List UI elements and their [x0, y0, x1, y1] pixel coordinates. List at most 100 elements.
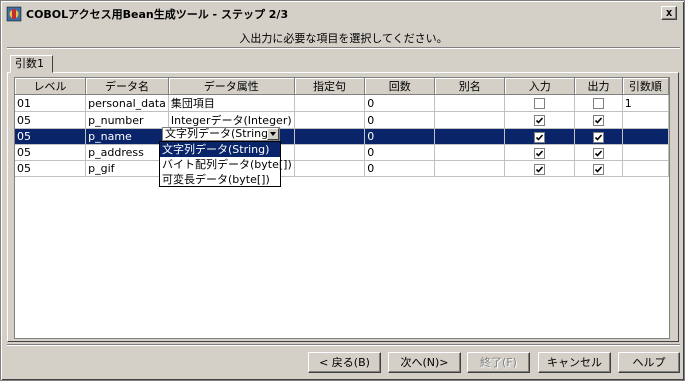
data-attribute-combo[interactable]: 文字列データ(String)	[162, 127, 280, 141]
column-header[interactable]: 回数	[364, 78, 436, 95]
column-header[interactable]: 出力	[574, 78, 623, 95]
column-header[interactable]: データ名	[85, 78, 169, 95]
cell-input	[504, 128, 576, 145]
cell-alias[interactable]	[434, 111, 506, 129]
table-row[interactable]: 05 p_number Integerデータ(Integer) 0	[15, 111, 669, 129]
cell-name[interactable]: p_name	[85, 128, 169, 145]
cell-input	[504, 160, 576, 177]
app-icon	[6, 6, 22, 21]
cell-name[interactable]: p_address	[85, 144, 169, 161]
output-checkbox[interactable]	[593, 98, 605, 109]
cell-clause[interactable]	[294, 94, 366, 112]
cell-level[interactable]: 05	[15, 144, 87, 161]
combo-value: 文字列データ(String)	[165, 127, 273, 140]
column-header[interactable]: 引数順	[622, 78, 669, 95]
dropdown-option[interactable]: バイト配列データ(byte[])	[160, 157, 292, 172]
checkmark-icon	[594, 133, 603, 141]
output-checkbox[interactable]	[593, 131, 605, 143]
dropdown-option[interactable]: 文字列データ(String)	[160, 142, 280, 157]
cell-order[interactable]	[622, 128, 669, 145]
cell-alias[interactable]	[434, 144, 506, 161]
back-button[interactable]: < 戻る(B)	[308, 352, 381, 373]
table-row[interactable]: 05 p_address 0	[15, 144, 669, 161]
input-checkbox[interactable]	[534, 147, 546, 159]
checkmark-icon	[594, 117, 603, 124]
cell-level[interactable]: 05	[15, 160, 87, 177]
input-checkbox[interactable]	[534, 131, 546, 143]
checkmark-icon	[536, 133, 544, 141]
bottom-divider	[7, 344, 680, 346]
window-title: COBOLアクセス用Bean生成ツール - ステップ 2/3	[26, 7, 289, 21]
table-header: レベル データ名 データ属性 指定句 回数 別名 入力 出力 引数順	[15, 78, 669, 95]
cell-alias[interactable]	[434, 160, 506, 177]
checkmark-icon	[536, 149, 544, 157]
input-checkbox[interactable]	[534, 163, 546, 175]
cell-clause[interactable]	[294, 111, 366, 129]
cell-clause[interactable]	[294, 160, 366, 177]
cell-order[interactable]	[622, 111, 669, 129]
title-bar[interactable]: COBOLアクセス用Bean生成ツール - ステップ 2/3 x	[4, 4, 681, 23]
input-checkbox[interactable]	[534, 98, 546, 109]
cell-count[interactable]: 0	[364, 128, 436, 145]
cell-level[interactable]: 05	[15, 128, 87, 145]
column-header[interactable]: 指定句	[294, 78, 366, 95]
cell-input	[504, 94, 576, 112]
cell-attr[interactable]: Integerデータ(Integer)	[168, 111, 295, 129]
table-row[interactable]: 05 p_name 0	[15, 128, 669, 145]
cell-order[interactable]: 1	[622, 94, 669, 112]
next-button[interactable]: 次へ(N)>	[388, 352, 461, 373]
cell-count[interactable]: 0	[364, 94, 436, 112]
cell-input	[504, 111, 576, 129]
table-row[interactable]: 05 p_gif 0	[15, 160, 669, 177]
column-header[interactable]: レベル	[15, 78, 87, 95]
top-divider	[7, 47, 680, 49]
checkmark-icon	[536, 117, 544, 124]
column-header[interactable]: 別名	[434, 78, 506, 95]
cell-count[interactable]: 0	[364, 111, 436, 129]
cell-alias[interactable]	[434, 128, 506, 145]
data-attribute-dropdown: 文字列データ(String) バイト配列データ(byte[]) 可変長データ(byt…	[159, 141, 292, 187]
cancel-button[interactable]: キャンセル	[538, 352, 611, 373]
cell-name[interactable]: p_number	[85, 111, 169, 129]
dialog-window: COBOLアクセス用Bean生成ツール - ステップ 2/3 x 入出力に必要な…	[0, 0, 685, 381]
table-row[interactable]: 01 personal_data 集団項目 0 1	[15, 94, 669, 112]
checkmark-icon	[594, 149, 603, 157]
field-table: レベル データ名 データ属性 指定句 回数 別名 入力 出力 引数順 01 personal_da…	[15, 78, 669, 177]
output-checkbox[interactable]	[593, 163, 605, 175]
help-button[interactable]: ヘルプ	[618, 352, 680, 373]
tab-arg1[interactable]: 引数1	[10, 55, 53, 73]
column-header[interactable]: データ属性	[168, 78, 295, 95]
column-header[interactable]: 入力	[504, 78, 576, 95]
output-checkbox[interactable]	[593, 147, 605, 159]
cell-order[interactable]	[622, 144, 669, 161]
instruction-text: 入出力に必要な項目を選択してください。	[239, 32, 448, 45]
cell-output	[574, 128, 623, 145]
cell-input	[504, 144, 576, 161]
close-button[interactable]: x	[661, 6, 677, 20]
cell-name[interactable]: personal_data	[85, 94, 169, 112]
chevron-down-icon	[270, 132, 276, 136]
input-checkbox[interactable]	[534, 115, 546, 126]
checkmark-icon	[594, 165, 603, 173]
cell-level[interactable]: 05	[15, 111, 87, 129]
finish-button[interactable]: 終了(F)	[467, 352, 530, 373]
cell-alias[interactable]	[434, 94, 506, 112]
cell-level[interactable]: 01	[15, 94, 87, 112]
combo-arrow-button[interactable]	[267, 128, 279, 140]
field-grid[interactable]: レベル データ名 データ属性 指定句 回数 別名 入力 出力 引数順 01 personal_da…	[14, 77, 670, 339]
cell-attr[interactable]: 集団項目	[168, 94, 295, 112]
cell-count[interactable]: 0	[364, 144, 436, 161]
cell-clause[interactable]	[294, 128, 366, 145]
close-icon: x	[665, 6, 673, 19]
cell-output	[574, 94, 623, 112]
cell-name[interactable]: p_gif	[85, 160, 169, 177]
checkmark-icon	[536, 165, 544, 173]
cell-order[interactable]	[622, 160, 669, 177]
dropdown-option[interactable]: 可変長データ(byte[])	[160, 172, 280, 187]
cell-count[interactable]: 0	[364, 160, 436, 177]
cell-output	[574, 160, 623, 177]
cell-output	[574, 111, 623, 129]
cell-clause[interactable]	[294, 144, 366, 161]
output-checkbox[interactable]	[593, 115, 605, 126]
cell-output	[574, 144, 623, 161]
